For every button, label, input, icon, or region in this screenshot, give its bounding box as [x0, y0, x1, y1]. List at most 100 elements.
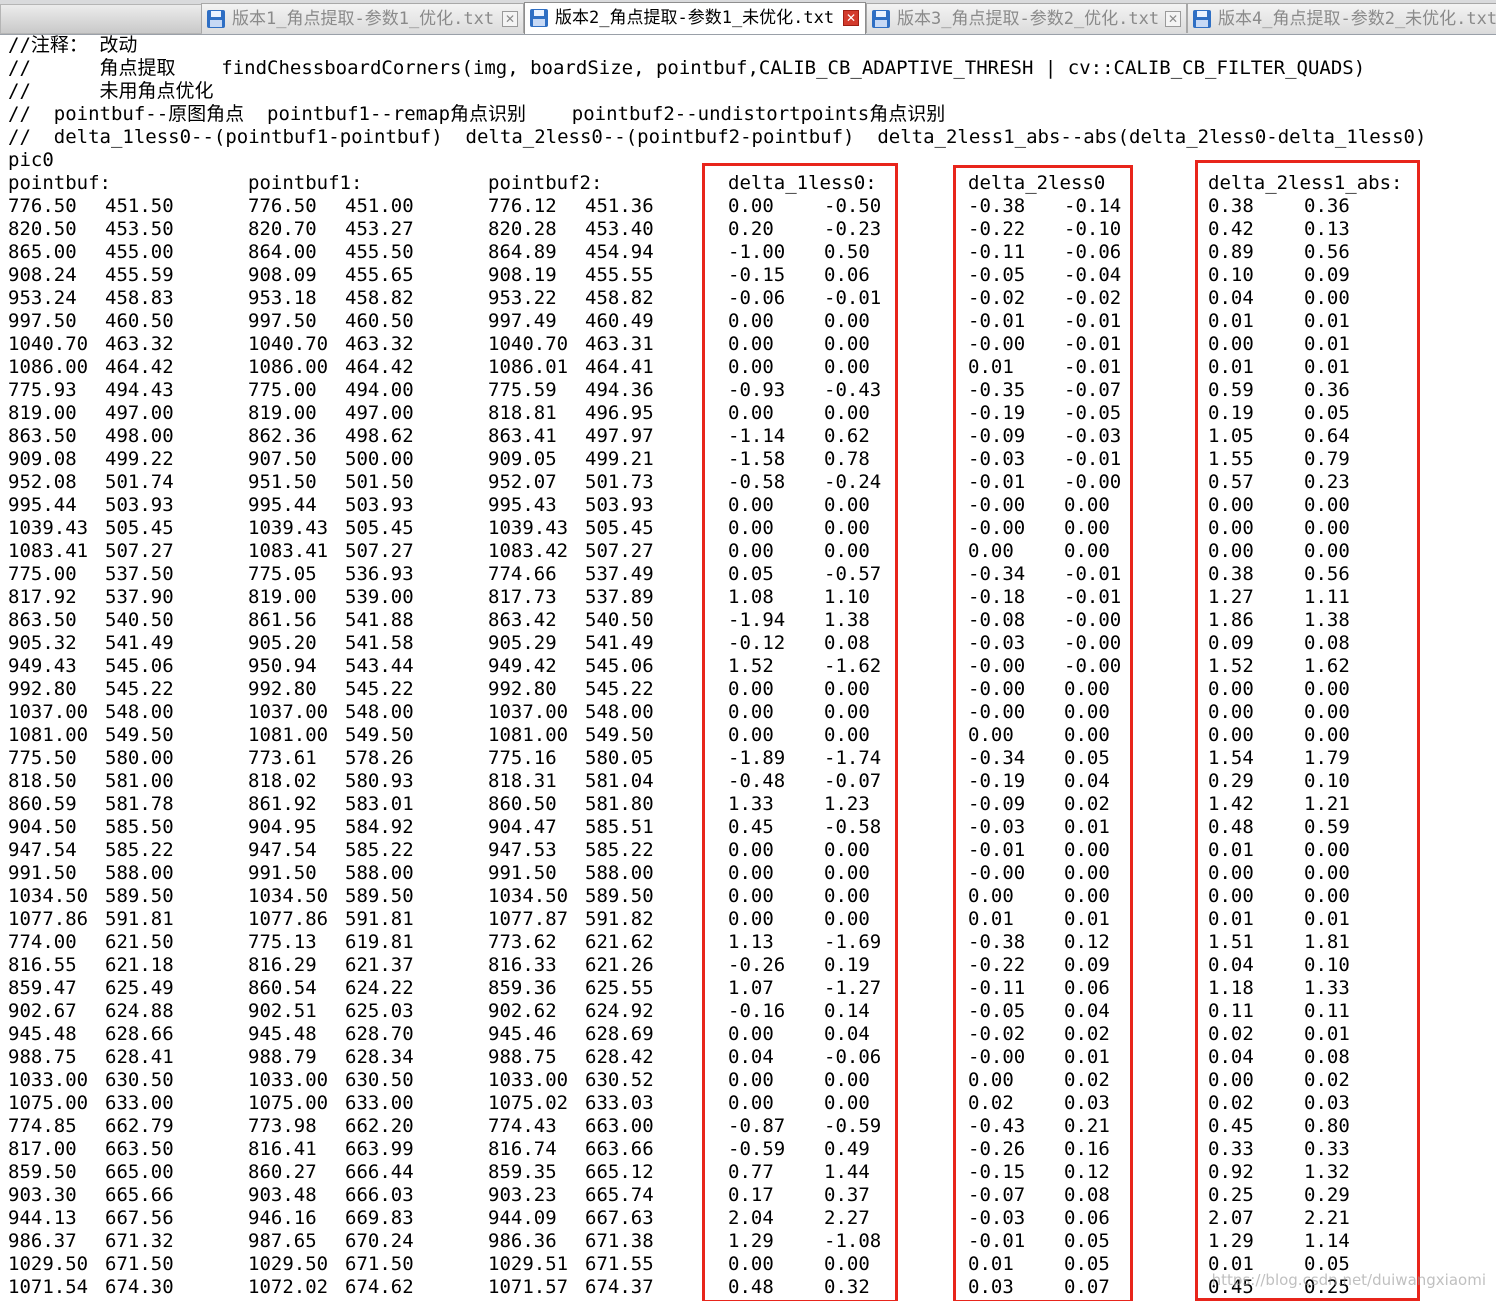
tab-4[interactable]: 版本4_角点提取-参数2_未优化.txt	[1187, 3, 1496, 33]
comment-line: //注释： 改动	[8, 34, 138, 56]
table-cell: 455.00	[105, 241, 174, 263]
table-cell: 464.42	[105, 356, 174, 378]
table-cell: 674.62	[345, 1276, 414, 1298]
table-cell: 817.00	[8, 1138, 77, 1160]
table-cell: 1039.43	[488, 517, 569, 539]
table-cell: 499.22	[105, 448, 174, 470]
table-cell: 498.62	[345, 425, 414, 447]
table-cell: 908.09	[248, 264, 317, 286]
table-cell: 775.59	[488, 379, 557, 401]
table-cell: 621.62	[585, 931, 654, 953]
table-cell: 905.20	[248, 632, 317, 654]
tab-3[interactable]: 版本3_角点提取-参数2_优化.txt ✕	[866, 3, 1187, 33]
table-cell: 774.66	[488, 563, 557, 585]
table-cell: 503.93	[105, 494, 174, 516]
tab-1[interactable]: 版本1_角点提取-参数1_优化.txt ✕	[201, 3, 524, 33]
table-cell: 1077.87	[488, 908, 569, 930]
table-cell: 991.50	[8, 862, 77, 884]
table-cell: 628.42	[585, 1046, 654, 1068]
table-cell: 1071.57	[488, 1276, 569, 1298]
table-cell: 903.48	[248, 1184, 317, 1206]
table-cell: 986.36	[488, 1230, 557, 1252]
comment-line: // 角点提取 findChessboardCorners(img, board…	[8, 57, 1366, 79]
close-tab-icon[interactable]: ✕	[1165, 11, 1181, 27]
watermark: https://blog.csdn.net/duiwangxiaomi	[1211, 1271, 1486, 1289]
table-cell: 905.29	[488, 632, 557, 654]
tab-2[interactable]: 版本2_角点提取-参数1_未优化.txt ✕	[524, 2, 866, 34]
table-cell: 946.16	[248, 1207, 317, 1229]
table-cell: 997.50	[248, 310, 317, 332]
table-cell: 950.94	[248, 655, 317, 677]
table-cell: 545.06	[105, 655, 174, 677]
table-cell: 671.50	[105, 1253, 174, 1275]
table-cell: 464.42	[345, 356, 414, 378]
table-cell: 776.50	[248, 195, 317, 217]
table-cell: 667.56	[105, 1207, 174, 1229]
table-cell: 992.80	[488, 678, 557, 700]
table-cell: 580.05	[585, 747, 654, 769]
table-cell: 818.81	[488, 402, 557, 424]
table-cell: 1039.43	[248, 517, 329, 539]
highlight-box-2	[953, 165, 1133, 1301]
table-cell: 1040.70	[488, 333, 569, 355]
table-cell: 624.88	[105, 1000, 174, 1022]
table-cell: 863.42	[488, 609, 557, 631]
table-cell: 500.00	[345, 448, 414, 470]
table-cell: 949.43	[8, 655, 77, 677]
table-cell: 820.50	[8, 218, 77, 240]
table-cell: 497.00	[105, 402, 174, 424]
table-cell: 904.47	[488, 816, 557, 838]
table-cell: 454.94	[585, 241, 654, 263]
table-cell: 463.32	[345, 333, 414, 355]
table-cell: 951.50	[248, 471, 317, 493]
table-cell: 859.36	[488, 977, 557, 999]
close-tab-icon[interactable]: ✕	[502, 11, 518, 27]
table-cell: 774.00	[8, 931, 77, 953]
table-cell: 545.06	[585, 655, 654, 677]
table-cell: 630.50	[345, 1069, 414, 1091]
tab-overflow[interactable]	[0, 4, 202, 34]
table-cell: 775.05	[248, 563, 317, 585]
table-cell: 952.08	[8, 471, 77, 493]
table-cell: 775.13	[248, 931, 317, 953]
table-cell: 628.66	[105, 1023, 174, 1045]
table-cell: 1037.00	[8, 701, 89, 723]
table-cell: 581.80	[585, 793, 654, 815]
table-cell: 1075.00	[248, 1092, 329, 1114]
table-cell: 775.50	[8, 747, 77, 769]
table-cell: 501.73	[585, 471, 654, 493]
table-cell: 816.33	[488, 954, 557, 976]
table-cell: 503.93	[345, 494, 414, 516]
table-cell: 861.92	[248, 793, 317, 815]
table-cell: 1029.51	[488, 1253, 569, 1275]
table-cell: 549.50	[345, 724, 414, 746]
comment-line: // 未用角点优化	[8, 80, 214, 102]
table-cell: 902.62	[488, 1000, 557, 1022]
table-cell: 503.93	[585, 494, 654, 516]
table-cell: 548.00	[105, 701, 174, 723]
table-cell: 991.50	[488, 862, 557, 884]
table-cell: 997.49	[488, 310, 557, 332]
table-cell: 944.13	[8, 1207, 77, 1229]
table-cell: 630.50	[105, 1069, 174, 1091]
table-cell: 945.48	[8, 1023, 77, 1045]
table-cell: 665.66	[105, 1184, 174, 1206]
table-cell: 591.82	[585, 908, 654, 930]
table-cell: 624.92	[585, 1000, 654, 1022]
table-cell: 816.41	[248, 1138, 317, 1160]
table-cell: 859.47	[8, 977, 77, 999]
close-tab-icon[interactable]: ✕	[843, 10, 859, 26]
table-cell: 859.50	[8, 1161, 77, 1183]
table-cell: 536.93	[345, 563, 414, 585]
table-cell: 816.29	[248, 954, 317, 976]
table-cell: 498.00	[105, 425, 174, 447]
table-cell: 953.18	[248, 287, 317, 309]
table-cell: 995.44	[248, 494, 317, 516]
table-cell: 580.93	[345, 770, 414, 792]
table-cell: 817.92	[8, 586, 77, 608]
text-editor[interactable]: //注释： 改动// 角点提取 findChessboardCorners(im…	[0, 34, 1496, 1301]
table-cell: 665.74	[585, 1184, 654, 1206]
table-cell: 986.37	[8, 1230, 77, 1252]
table-cell: 773.61	[248, 747, 317, 769]
table-cell: 619.81	[345, 931, 414, 953]
